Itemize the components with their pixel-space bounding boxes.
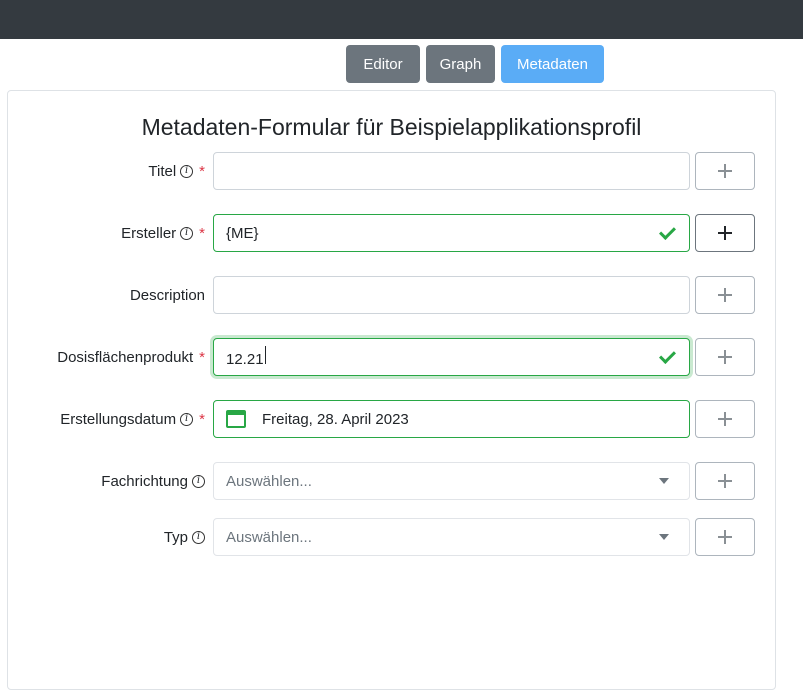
plus-icon — [718, 530, 732, 544]
tab-metadaten[interactable]: Metadaten — [501, 45, 604, 83]
field-label-typ: Typ i — [164, 518, 205, 556]
select-placeholder: Auswählen... — [226, 472, 312, 490]
label-text: Dosisflächenprodukt — [57, 348, 194, 366]
add-description-button[interactable] — [695, 276, 755, 314]
field-label-ersteller: Ersteller i * — [121, 214, 205, 252]
check-icon — [661, 227, 677, 239]
field-label-erstellungsdatum: Erstellungsdatum i * — [60, 400, 205, 438]
field-row-ersteller: Ersteller i * {ME} — [0, 214, 803, 252]
info-icon[interactable]: i — [192, 530, 205, 544]
plus-icon — [718, 288, 732, 302]
plus-icon — [718, 474, 732, 488]
required-marker: * — [199, 162, 205, 180]
select-placeholder: Auswählen... — [226, 528, 312, 546]
label-text: Ersteller — [121, 224, 177, 242]
plus-icon — [718, 412, 732, 426]
field-row-typ: Typ i Auswählen... — [0, 518, 803, 556]
field-label-fachrichtung: Fachrichtung i — [101, 462, 205, 500]
field-label-dosisflaechenprodukt: Dosisflächenprodukt * — [57, 338, 205, 376]
add-titel-button[interactable] — [695, 152, 755, 190]
tab-graph[interactable]: Graph — [426, 45, 495, 83]
info-icon[interactable]: i — [180, 226, 194, 240]
erstellungsdatum-datepicker[interactable]: Freitag, 28. April 2023 — [213, 400, 690, 438]
form-title: Metadaten-Formular für Beispielapplikati… — [141, 114, 642, 140]
plus-icon — [718, 164, 732, 178]
label-text: Erstellungsdatum — [60, 410, 177, 428]
required-marker: * — [199, 348, 205, 366]
add-typ-button[interactable] — [695, 518, 755, 556]
calendar-icon[interactable] — [226, 410, 246, 428]
field-row-fachrichtung: Fachrichtung i Auswählen... — [0, 462, 803, 500]
field-row-titel: Titel i * — [0, 152, 803, 190]
add-erstellungsdatum-button[interactable] — [695, 400, 755, 438]
input-value: 12.21 — [226, 351, 264, 368]
chevron-down-icon — [659, 478, 669, 484]
plus-icon — [718, 350, 732, 364]
label-text: Description — [129, 286, 205, 304]
field-row-dosisflaechenprodukt: Dosisflächenprodukt * 12.21 — [0, 338, 803, 376]
description-input[interactable] — [213, 276, 690, 314]
input-value: {ME} — [226, 224, 259, 242]
plus-icon — [718, 226, 732, 240]
input-value-wrap: 12.21 — [226, 346, 661, 368]
fachrichtung-select[interactable]: Auswählen... — [213, 462, 690, 500]
input-value: Freitag, 28. April 2023 — [262, 410, 409, 428]
add-ersteller-button[interactable] — [695, 214, 755, 252]
label-text: Fachrichtung — [101, 472, 188, 490]
chevron-down-icon — [659, 534, 669, 540]
required-marker: * — [199, 224, 205, 242]
text-caret — [264, 346, 266, 364]
ersteller-input[interactable]: {ME} — [213, 214, 690, 252]
check-icon — [661, 351, 677, 363]
dosisflaechenprodukt-input[interactable]: 12.21 — [213, 338, 690, 376]
info-icon[interactable]: i — [180, 164, 194, 178]
top-navbar — [0, 0, 803, 39]
field-label-titel: Titel i * — [148, 152, 205, 190]
add-dosisflaechenprodukt-button[interactable] — [695, 338, 755, 376]
label-text: Typ — [163, 528, 188, 546]
field-row-description: Description — [0, 276, 803, 314]
info-icon[interactable]: i — [192, 474, 205, 488]
view-tabs: Editor Graph Metadaten — [346, 45, 604, 83]
field-row-erstellungsdatum: Erstellungsdatum i * Freitag, 28. April … — [0, 400, 803, 438]
tab-editor[interactable]: Editor — [346, 45, 420, 83]
titel-input[interactable] — [213, 152, 690, 190]
label-text: Titel — [148, 162, 177, 180]
add-fachrichtung-button[interactable] — [695, 462, 755, 500]
required-marker: * — [199, 410, 205, 428]
field-label-description: Description — [130, 276, 205, 314]
typ-select[interactable]: Auswählen... — [213, 518, 690, 556]
info-icon[interactable]: i — [180, 412, 194, 426]
